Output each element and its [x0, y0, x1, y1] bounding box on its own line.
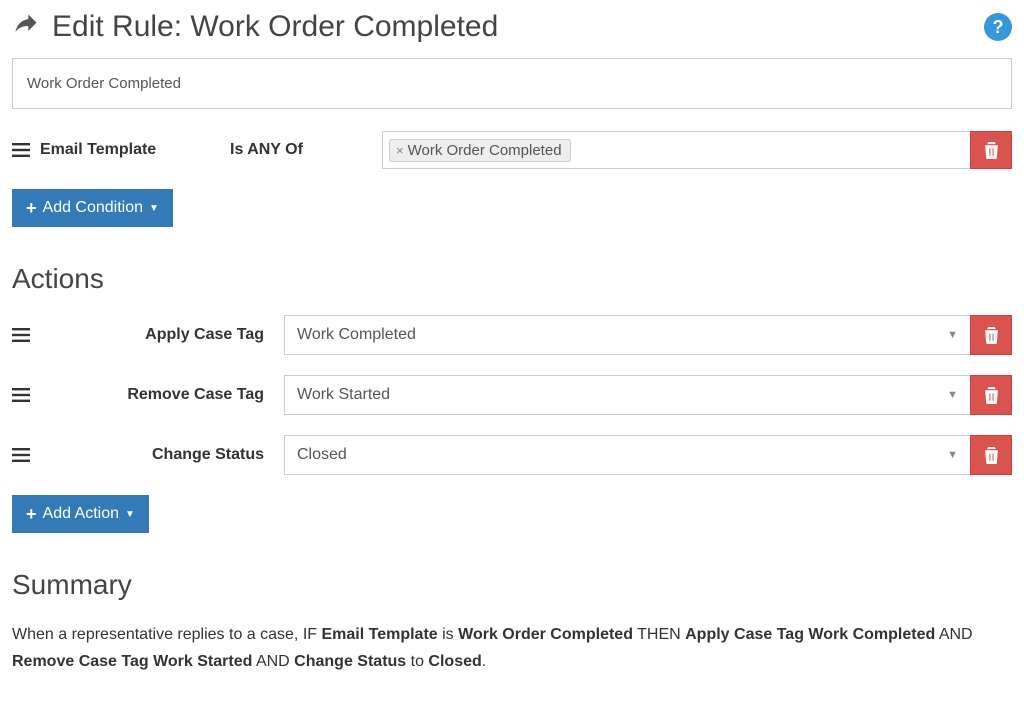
- delete-action-button[interactable]: [970, 375, 1012, 415]
- token-chip: × Work Order Completed: [389, 139, 571, 162]
- plus-icon: +: [26, 199, 37, 217]
- select-value: Work Completed: [297, 326, 416, 344]
- help-icon[interactable]: ?: [984, 13, 1012, 41]
- plus-icon: +: [26, 505, 37, 523]
- trash-icon: [984, 447, 999, 464]
- action-label: Remove Case Tag: [40, 375, 284, 415]
- add-condition-button[interactable]: + Add Condition ▼: [12, 189, 173, 227]
- drag-handle[interactable]: [12, 142, 40, 158]
- delete-condition-button[interactable]: [970, 131, 1012, 169]
- select-value: Work Started: [297, 386, 390, 404]
- trash-icon: [984, 327, 999, 344]
- action-value-select[interactable]: Work Started ▼: [284, 375, 970, 415]
- close-icon[interactable]: ×: [394, 143, 406, 158]
- reorder-icon: [12, 447, 30, 463]
- action-value-select[interactable]: Closed ▼: [284, 435, 970, 475]
- drag-handle[interactable]: [12, 315, 40, 355]
- action-row: Apply Case Tag Work Completed ▼: [12, 315, 1012, 355]
- delete-action-button[interactable]: [970, 315, 1012, 355]
- page-title: Edit Rule: Work Order Completed: [52, 10, 498, 44]
- rule-name-input[interactable]: [12, 58, 1012, 109]
- action-label: Apply Case Tag: [40, 315, 284, 355]
- drag-handle[interactable]: [12, 375, 40, 415]
- reorder-icon: [12, 142, 30, 158]
- add-action-label: Add Action: [43, 505, 120, 523]
- chevron-down-icon: ▼: [947, 329, 958, 341]
- delete-action-button[interactable]: [970, 435, 1012, 475]
- chevron-down-icon: ▼: [149, 203, 159, 214]
- action-row: Remove Case Tag Work Started ▼: [12, 375, 1012, 415]
- drag-handle[interactable]: [12, 435, 40, 475]
- trash-icon: [984, 387, 999, 404]
- summary-text: When a representative replies to a case,…: [12, 621, 1012, 675]
- chevron-down-icon: ▼: [125, 509, 135, 520]
- condition-token-input[interactable]: × Work Order Completed: [382, 131, 970, 169]
- condition-field-label: Email Template: [40, 141, 230, 159]
- condition-row: Email Template Is ANY Of × Work Order Co…: [12, 131, 1012, 169]
- token-label: Work Order Completed: [408, 142, 562, 159]
- page-header: Edit Rule: Work Order Completed ?: [12, 10, 1012, 44]
- select-value: Closed: [297, 446, 347, 464]
- add-action-button[interactable]: + Add Action ▼: [12, 495, 149, 533]
- add-condition-label: Add Condition: [43, 199, 144, 217]
- reorder-icon: [12, 327, 30, 343]
- action-value-select[interactable]: Work Completed ▼: [284, 315, 970, 355]
- reorder-icon: [12, 387, 30, 403]
- action-row: Change Status Closed ▼: [12, 435, 1012, 475]
- actions-heading: Actions: [12, 263, 1012, 295]
- action-label: Change Status: [40, 435, 284, 475]
- summary-heading: Summary: [12, 569, 1012, 601]
- chevron-down-icon: ▼: [947, 449, 958, 461]
- trash-icon: [984, 142, 999, 159]
- condition-operator-label: Is ANY Of: [230, 141, 382, 159]
- chevron-down-icon: ▼: [947, 389, 958, 401]
- share-arrow-icon: [12, 11, 40, 44]
